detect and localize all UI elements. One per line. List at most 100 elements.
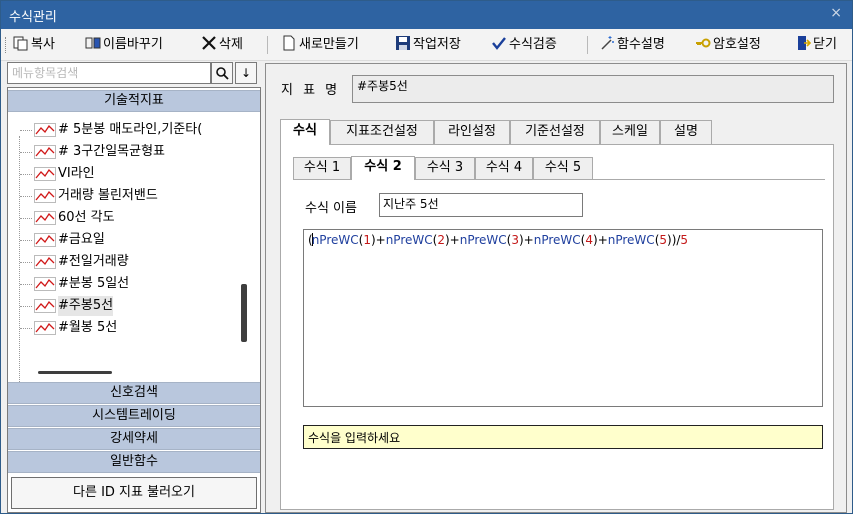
formula-token: 2	[437, 233, 445, 247]
rename-label: 이름바꾸기	[103, 37, 163, 52]
copy-label: 복사	[31, 37, 55, 52]
tab-formula-4[interactable]: 수식 4	[475, 157, 533, 179]
tree-connector	[20, 174, 32, 175]
tree-item-label: #주봉5선	[58, 296, 114, 316]
formula-token: 4	[585, 233, 593, 247]
tree-connector	[20, 284, 32, 285]
formula-editor[interactable]: (nPreWC(1)+nPreWC(2)+nPreWC(3)+nPreWC(4)…	[303, 229, 823, 407]
toolbar-separator	[267, 36, 268, 54]
line-chart-icon	[34, 167, 56, 181]
tab-formula-2[interactable]: 수식 2	[351, 156, 415, 180]
section-signal-search[interactable]: 신호검색	[8, 382, 260, 404]
copy-button[interactable]: 복사	[13, 35, 55, 55]
formula-token: +	[375, 233, 386, 247]
tree-item-label: #전일거래량	[58, 254, 129, 269]
line-chart-icon	[34, 123, 56, 137]
section-technical-indicators[interactable]: 기술적지표	[8, 90, 260, 112]
tree-connector	[20, 130, 32, 131]
toolbar-grip	[5, 37, 8, 53]
password-button[interactable]: 암호설정	[695, 35, 761, 55]
verify-label: 수식검증	[509, 37, 557, 52]
formula-manager-window: 수식관리 × 복사 이름바꾸기 삭제 새로만들기 작업저장 수식검증 함수설명	[0, 0, 853, 514]
verify-button[interactable]: 수식검증	[491, 35, 557, 55]
indicator-tree[interactable]: # 5분봉 매도라인,기준타( # 3구간일목균형표 VI라인 거래량 볼린저밴…	[8, 112, 238, 382]
indicator-detail-panel: 지 표 명 #주봉5선 수식 지표조건설정 라인설정 기준선설정 스케일 설명 …	[265, 63, 847, 513]
formula-token: nPreWC	[533, 233, 581, 247]
formula-token: 1	[363, 233, 371, 247]
delete-button[interactable]: 삭제	[201, 35, 243, 55]
tree-connector	[20, 306, 32, 307]
arrow-down-icon: ↓	[240, 66, 252, 80]
tab-indicator-condition[interactable]: 지표조건설정	[330, 120, 434, 144]
section-strength-weakness[interactable]: 강세약세	[8, 428, 260, 450]
tab-formula-3[interactable]: 수식 3	[415, 157, 475, 179]
tree-item-label: 거래량 볼린저밴드	[58, 188, 158, 203]
formula-token: ))/	[667, 233, 681, 247]
line-chart-icon	[34, 145, 56, 159]
tree-vertical-scrollbar[interactable]	[241, 284, 247, 342]
line-chart-icon	[34, 255, 56, 269]
exit-door-icon	[798, 36, 811, 50]
indicator-menu-panel: 기술적지표 # 5분봉 매도라인,기준타( # 3구간일목균형표 VI라인 거래…	[7, 87, 261, 513]
line-chart-icon	[34, 277, 56, 291]
tree-item-label: #금요일	[58, 232, 105, 247]
tree-connector	[20, 328, 32, 329]
tree-horizontal-scrollbar[interactable]	[38, 371, 112, 374]
close-button[interactable]: 닫기	[795, 35, 837, 55]
formula-token: 5	[659, 233, 668, 247]
title-bar: 수식관리 ×	[1, 1, 852, 29]
tab-formula[interactable]: 수식	[280, 119, 330, 145]
section-system-trading[interactable]: 시스템트레이딩	[8, 405, 260, 427]
formula-token: 5	[680, 233, 689, 247]
tree-connector	[20, 196, 32, 197]
formula-token: +	[597, 233, 608, 247]
tree-connector	[20, 218, 32, 219]
toolbar: 복사 이름바꾸기 삭제 새로만들기 작업저장 수식검증 함수설명 암호설정 닫기	[1, 29, 852, 61]
window-title: 수식관리	[9, 10, 57, 25]
formula-token: nPreWC	[459, 233, 507, 247]
search-button[interactable]	[211, 62, 233, 84]
line-chart-icon	[34, 321, 56, 335]
copy-icon	[13, 36, 28, 51]
tab-description[interactable]: 설명	[660, 120, 712, 144]
tree-guide-line	[19, 136, 20, 382]
tree-item-label: #월봉 5선	[58, 320, 118, 335]
delete-icon	[202, 36, 216, 50]
tab-baseline-settings[interactable]: 기준선설정	[510, 120, 600, 144]
delete-label: 삭제	[219, 37, 243, 52]
rename-icon	[85, 37, 101, 49]
formula-token: +	[449, 233, 460, 247]
new-label: 새로만들기	[299, 37, 359, 52]
new-button[interactable]: 새로만들기	[281, 35, 359, 55]
tree-item-label: # 5분봉 매도라인,기준타(	[58, 122, 203, 137]
formula-token: nPreWC	[311, 233, 359, 247]
tree-connector	[20, 262, 32, 263]
rename-button[interactable]: 이름바꾸기	[85, 35, 163, 55]
search-down-button[interactable]: ↓	[235, 62, 257, 84]
indicator-name-field[interactable]: #주봉5선	[352, 75, 834, 103]
line-chart-icon	[34, 233, 56, 247]
line-chart-icon	[34, 189, 56, 203]
function-help-button[interactable]: 함수설명	[599, 35, 665, 55]
tab-formula-1[interactable]: 수식 1	[293, 157, 351, 179]
formula-name-label: 수식 이름	[305, 201, 357, 216]
tree-item-label: #분봉 5일선	[58, 276, 130, 291]
message-bar: 수식을 입력하세요	[303, 425, 823, 449]
tab-line-settings[interactable]: 라인설정	[434, 120, 510, 144]
magic-wand-icon	[601, 36, 614, 50]
formula-token: +	[523, 233, 534, 247]
function-help-label: 함수설명	[617, 37, 665, 52]
new-document-icon	[283, 35, 295, 51]
close-label: 닫기	[813, 37, 837, 52]
menu-search-input[interactable]	[8, 63, 210, 83]
menu-search-field[interactable]	[7, 62, 211, 84]
tab-scale[interactable]: 스케일	[600, 120, 660, 144]
tab-formula-5[interactable]: 수식 5	[533, 157, 593, 179]
save-button[interactable]: 작업저장	[395, 35, 461, 55]
load-other-id-indicator-button[interactable]: 다른 ID 지표 불러오기	[11, 477, 257, 509]
formula-name-field[interactable]: 지난주 5선	[379, 193, 583, 217]
section-general-functions[interactable]: 일반함수	[8, 451, 260, 473]
key-icon	[696, 38, 711, 48]
close-icon[interactable]: ×	[830, 5, 842, 21]
tree-item-label: VI라인	[58, 166, 95, 181]
